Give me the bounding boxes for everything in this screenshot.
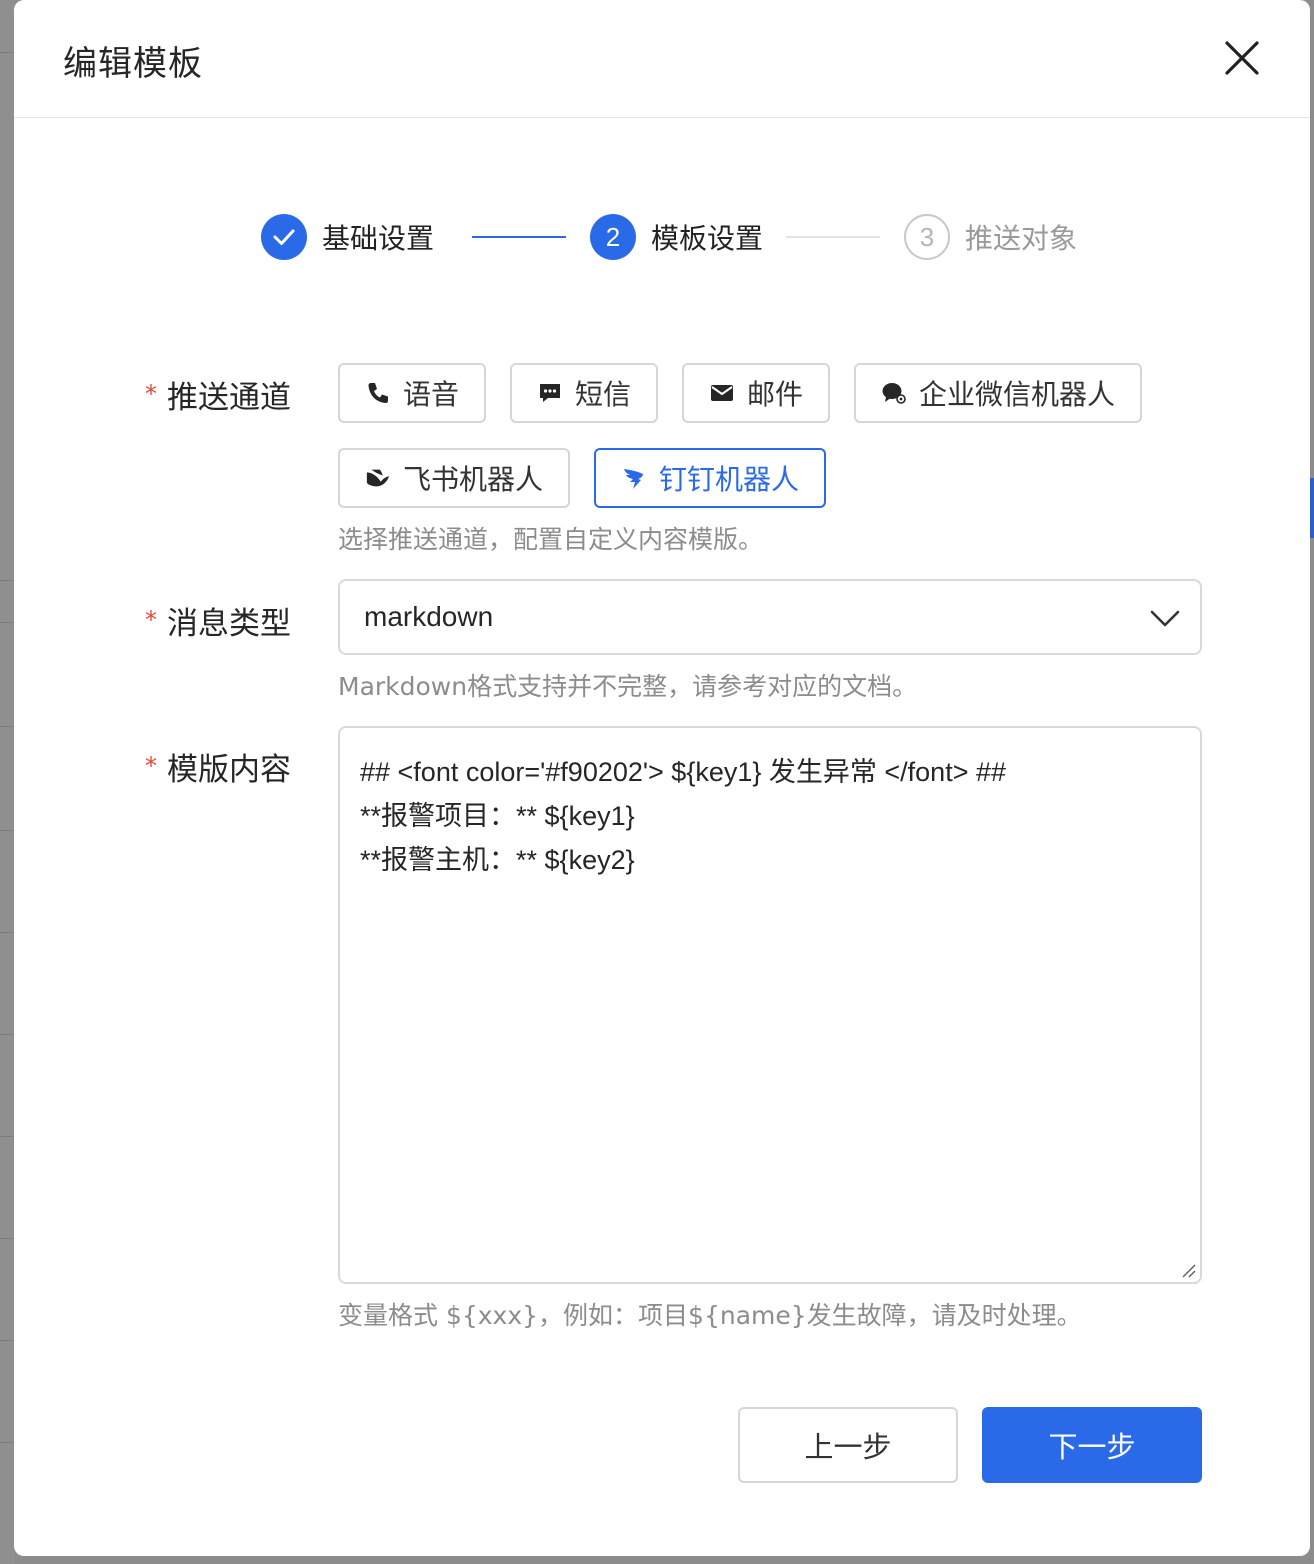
message-type-label: * 消息类型 [145,598,291,643]
close-button[interactable] [1222,38,1262,78]
message-type-label-text: 消息类型 [167,606,291,642]
background-row-divider [0,830,14,831]
channel-email-button[interactable]: 邮件 [682,363,830,423]
step-label: 推送对象 [965,222,1078,255]
channel-hint: 选择推送通道，配置自定义内容模版。 [338,525,764,554]
background-row-divider [0,1340,14,1341]
background-row-divider [0,622,14,623]
background-row-divider [0,580,14,581]
required-mark: * [145,752,157,780]
wecom-icon [881,380,907,406]
channel-label: 钉钉机器人 [658,463,799,496]
message-type-value: markdown [364,601,494,632]
message-type-hint: Markdown格式支持并不完整，请参考对应的文档。 [338,672,918,701]
step-basic-settings[interactable]: 基础设置 [261,214,434,260]
message-type-select[interactable]: markdown [338,579,1202,655]
channel-label: 企业微信机器人 [918,378,1115,411]
template-content-label-text: 模版内容 [167,752,291,788]
channel-label: 邮件 [746,378,803,411]
required-mark: * [145,380,157,408]
step-push-target[interactable]: 3 推送对象 [904,214,1077,260]
template-content-label: * 模版内容 [145,744,291,789]
edit-template-modal: 编辑模板 基础设置 2 模板设置 3 推送对象 * 推送通道 语音 短信 邮件 … [14,0,1310,1556]
channel-feishu-button[interactable]: 飞书机器人 [338,448,570,508]
step-progress: 基础设置 2 模板设置 3 推送对象 [261,214,1081,260]
dingtalk-icon [621,465,647,491]
background-row-divider [0,726,14,727]
template-content-hint: 变量格式 ${xxx}，例如：项目${name}发生故障，请及时处理。 [338,1301,1082,1330]
mail-icon [709,380,735,406]
step-label: 基础设置 [322,222,435,255]
close-icon [1225,41,1259,75]
template-line: ## <font color='#f90202'> ${key1} 发生异常 <… [360,757,1006,787]
channel-label: 短信 [574,378,631,411]
template-content-textarea[interactable]: ## <font color='#f90202'> ${key1} 发生异常 <… [338,726,1202,1284]
chevron-down-icon [1150,610,1180,627]
step-connector [472,236,566,238]
phone-icon [365,380,391,406]
modal-title: 编辑模板 [63,44,203,84]
channel-sms-button[interactable]: 短信 [510,363,658,423]
template-line: **报警主机：** ${key2} [360,845,635,875]
check-icon [273,229,295,245]
step-number: 3 [904,214,950,260]
required-mark: * [145,606,157,634]
step-template-settings[interactable]: 2 模板设置 [590,214,763,260]
modal-header: 编辑模板 [14,0,1310,118]
background-row-divider [0,1442,14,1443]
next-step-button[interactable]: 下一步 [982,1407,1202,1483]
background-row-divider [0,52,14,53]
background-sidebar [0,0,14,1564]
channel-voice-button[interactable]: 语音 [338,363,486,423]
feishu-icon [365,465,391,491]
step-label: 模板设置 [651,222,764,255]
step-done-circle [261,214,307,260]
channel-dingtalk-button[interactable]: 钉钉机器人 [594,448,826,508]
template-line: **报警项目：** ${key1} [360,801,635,831]
background-row-divider [0,1136,14,1137]
message-icon [537,380,563,406]
channel-label: 语音 [402,378,459,411]
channel-wecom-button[interactable]: 企业微信机器人 [854,363,1142,423]
channel-label-text: 推送通道 [167,380,291,416]
resize-handle-icon[interactable] [1180,1262,1196,1278]
background-row-divider [0,1034,14,1035]
step-number: 2 [590,214,636,260]
background-row-divider [0,1238,14,1239]
previous-step-button[interactable]: 上一步 [738,1407,958,1483]
step-connector [786,236,880,238]
channel-label: 飞书机器人 [402,463,543,496]
channel-label: * 推送通道 [145,372,291,417]
background-row-divider [0,932,14,933]
